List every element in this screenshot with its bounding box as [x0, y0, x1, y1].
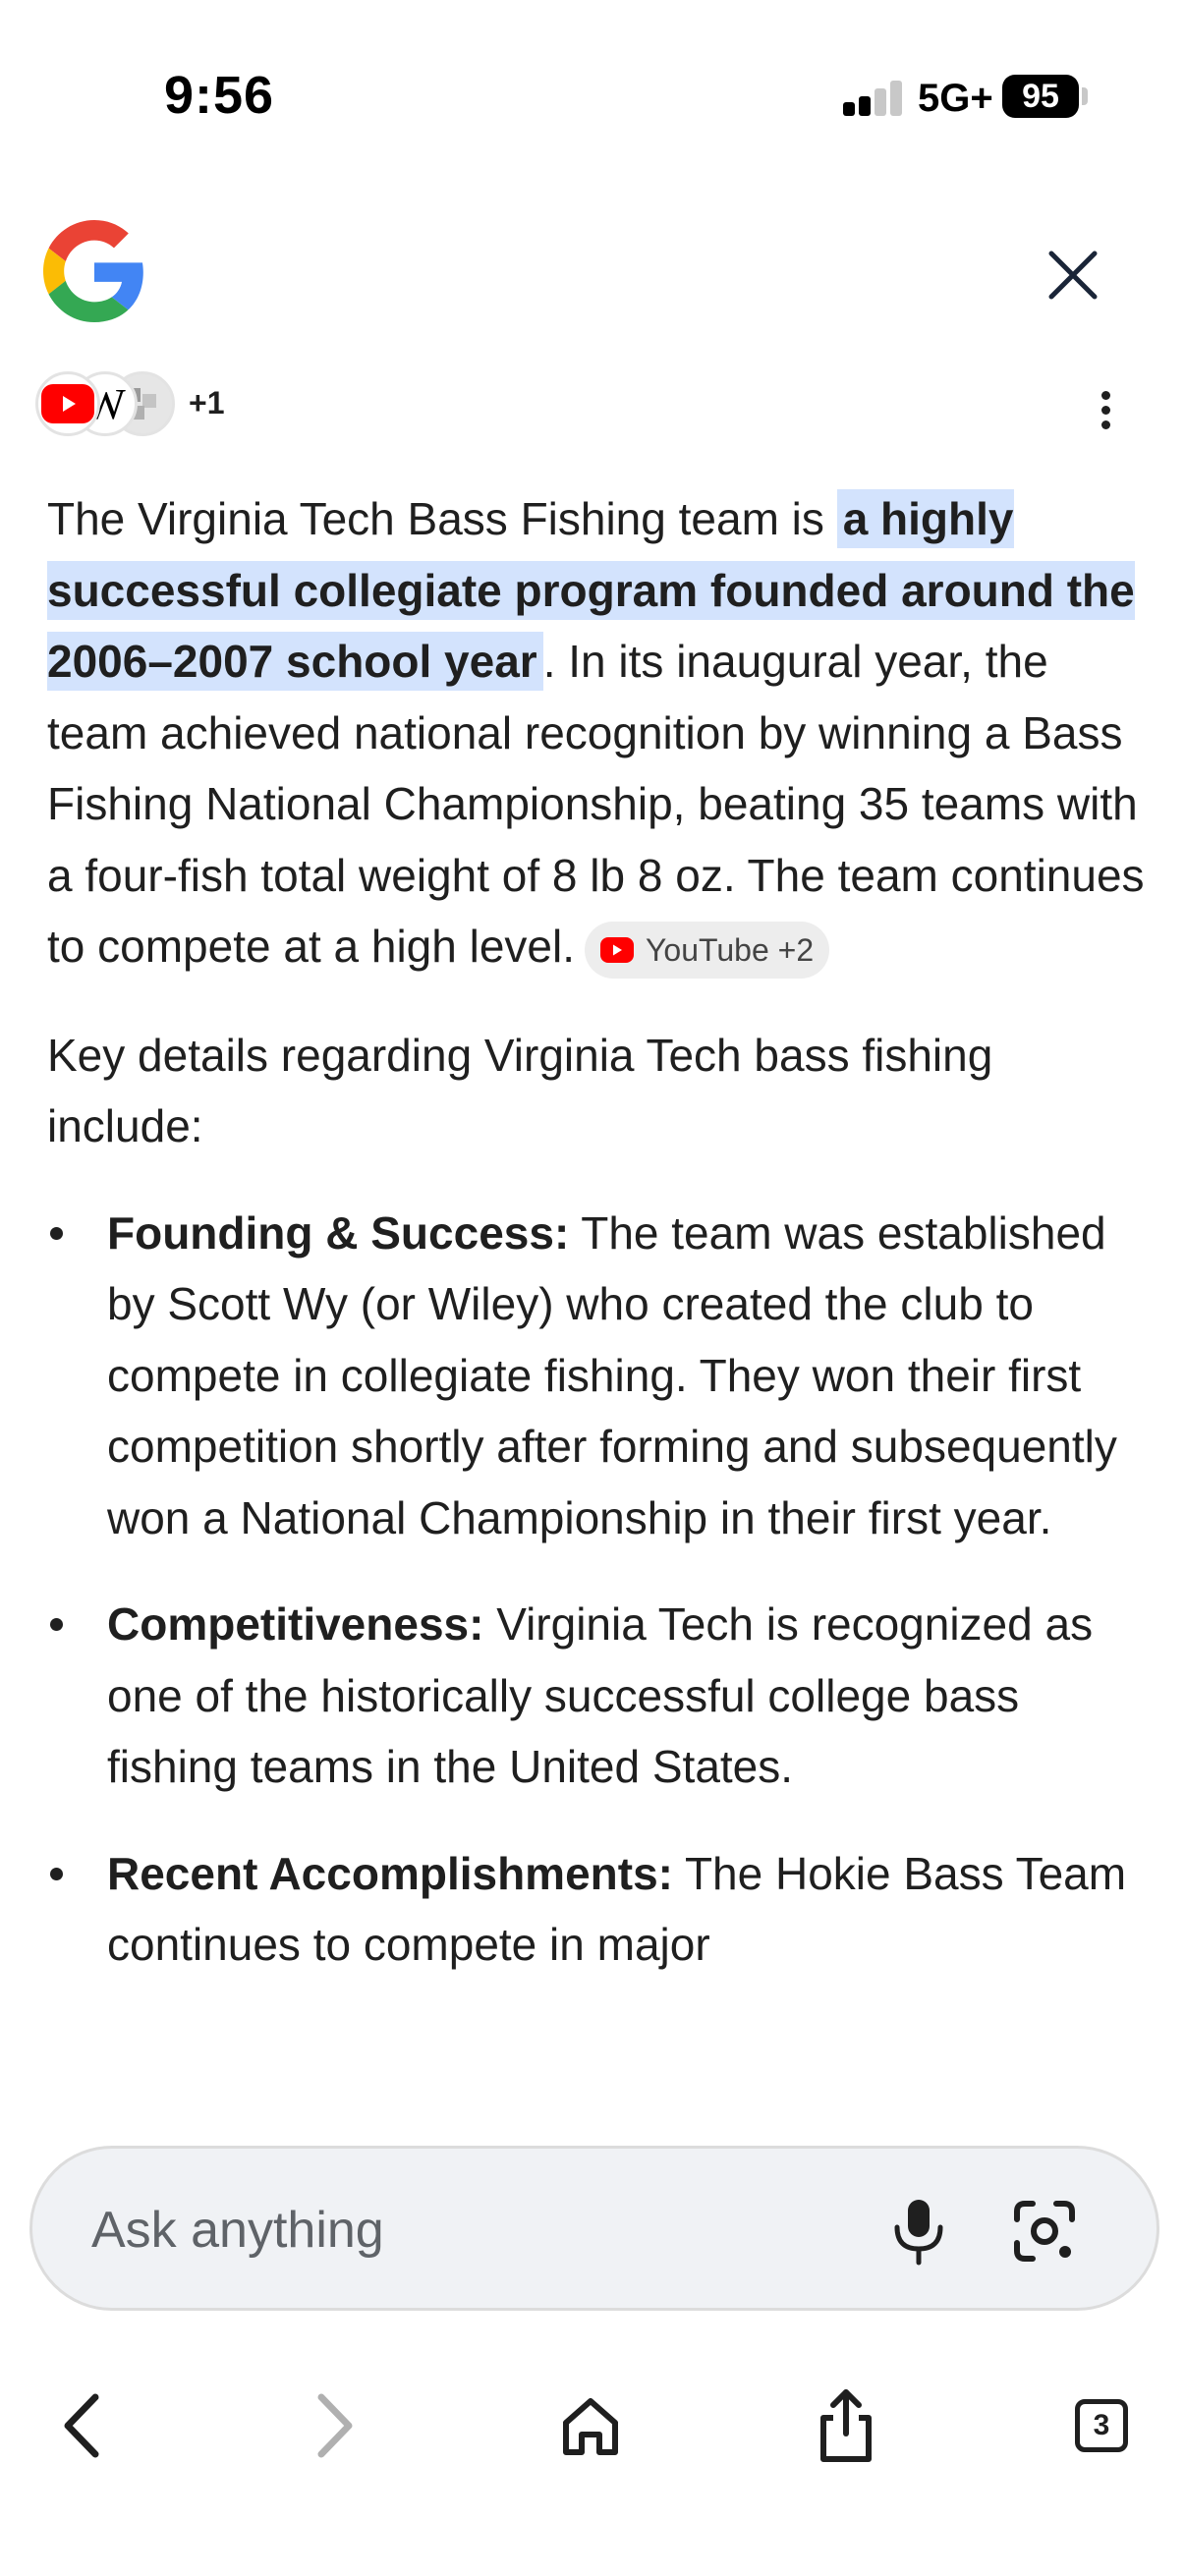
source-icons[interactable]: W +1	[35, 371, 330, 440]
network-type: 5G+	[918, 77, 993, 120]
ask-bar	[29, 2146, 1159, 2311]
home-button[interactable]	[546, 2381, 635, 2470]
youtube-source-icon	[35, 371, 100, 436]
list-item: Competitiveness: Virginia Tech is recogn…	[50, 1589, 1148, 1803]
tabs-button[interactable]: 3	[1057, 2381, 1146, 2470]
share-icon	[820, 2389, 872, 2462]
intro-text-before: The Virginia Tech Bass Fishing team is	[47, 493, 837, 544]
more-sources-count: +1	[189, 385, 225, 420]
tab-count: 3	[1075, 2399, 1128, 2452]
citation-chip[interactable]: YouTube +2	[585, 921, 830, 979]
list-item: Founding & Success: The team was establi…	[50, 1198, 1148, 1554]
more-options-button[interactable]	[1081, 385, 1130, 434]
youtube-icon	[600, 936, 634, 963]
list-item: Recent Accomplishments: The Hokie Bass T…	[50, 1838, 1148, 1981]
lens-button[interactable]	[1005, 2190, 1084, 2272]
details-list: Founding & Success: The team was establi…	[47, 1198, 1148, 1981]
answer-intro: The Virginia Tech Bass Fishing team is a…	[47, 483, 1148, 982]
battery-icon: 95	[1002, 75, 1079, 118]
ai-answer: The Virginia Tech Bass Fishing team is a…	[47, 483, 1148, 2016]
close-button[interactable]	[1034, 236, 1112, 314]
google-g-icon	[43, 220, 143, 322]
list-item-title: Founding & Success:	[107, 1206, 570, 1259]
chevron-right-icon	[317, 2393, 353, 2458]
bottom-navigation: 3	[0, 2358, 1185, 2486]
google-lens-icon	[1014, 2201, 1075, 2262]
battery-tip	[1082, 87, 1088, 105]
list-item-title: Recent Accomplishments:	[107, 1847, 673, 1899]
status-time: 9:56	[164, 66, 275, 125]
home-icon	[563, 2398, 618, 2455]
details-intro: Key details regarding Virginia Tech bass…	[47, 1029, 993, 1152]
chevron-left-icon	[64, 2393, 99, 2458]
citation-label: YouTube +2	[646, 931, 815, 968]
share-button[interactable]	[802, 2381, 890, 2470]
back-button[interactable]	[37, 2381, 126, 2470]
forward-button[interactable]	[291, 2381, 379, 2470]
mic-icon	[894, 2200, 943, 2266]
close-icon	[1048, 251, 1098, 300]
ask-input[interactable]	[91, 2196, 838, 2265]
mic-button[interactable]	[879, 2190, 958, 2272]
status-bar: 9:56 5G+ 95	[0, 0, 1185, 196]
list-item-title: Competitiveness:	[107, 1598, 484, 1650]
cellular-signal-icon	[843, 81, 902, 116]
